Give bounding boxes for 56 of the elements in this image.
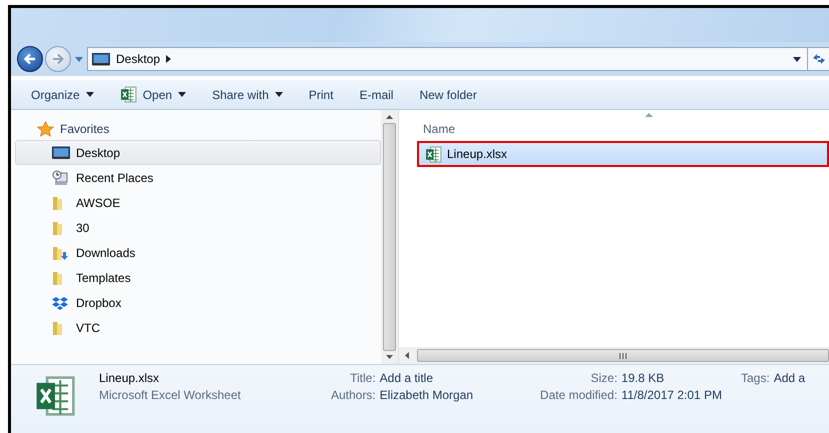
- toolbar-button[interactable]: E-mail: [349, 84, 408, 104]
- sort-arrow-icon: [645, 113, 653, 117]
- file-row[interactable]: Lineup.xlsx: [417, 141, 829, 167]
- file-type: Microsoft Excel Worksheet: [99, 388, 242, 402]
- refresh-icon: [812, 53, 826, 65]
- property-label: Tags:: [741, 371, 770, 385]
- address-bar[interactable]: Desktop: [87, 47, 829, 71]
- navigation-item[interactable]: Recent Places: [15, 165, 381, 190]
- recent-places-icon: [52, 170, 68, 186]
- toolbar-button[interactable]: Share with: [202, 84, 297, 104]
- property-value[interactable]: Add a title: [380, 371, 521, 385]
- dropbox-icon: [52, 296, 68, 310]
- star-icon: [37, 121, 54, 137]
- property-value[interactable]: Elizabeth Morgan: [380, 388, 521, 402]
- chevron-icon[interactable]: [166, 55, 172, 63]
- scroll-left-icon[interactable]: [405, 352, 409, 359]
- back-button[interactable]: [17, 46, 43, 72]
- monitor-icon: [92, 52, 110, 66]
- property-value[interactable]: 11/8/2017 2:01 PM: [621, 388, 741, 402]
- property-label: Title:: [349, 371, 376, 385]
- toolbar-button[interactable]: Open: [110, 83, 200, 106]
- monitor-icon: [52, 146, 70, 160]
- caret-icon: [86, 92, 94, 97]
- property-label: Size:: [590, 371, 618, 385]
- scroll-down-icon[interactable]: [386, 355, 393, 359]
- grip-icon: [619, 352, 627, 358]
- property-value[interactable]: Add a: [774, 371, 806, 385]
- toolbar-button[interactable]: New folder: [409, 84, 491, 104]
- file-name: Lineup.xlsx: [447, 147, 508, 161]
- property-value[interactable]: 19.8 KB: [621, 371, 741, 385]
- navigation-item[interactable]: Downloads: [15, 240, 381, 265]
- navigation-item[interactable]: VTC: [15, 315, 381, 340]
- navigation-item[interactable]: 30: [15, 215, 381, 240]
- spreadsheet-icon: [120, 86, 137, 103]
- toolbar-button[interactable]: Print: [298, 84, 348, 104]
- vertical-scrollbar[interactable]: [381, 110, 398, 364]
- horizontal-scrollbar[interactable]: [399, 347, 829, 364]
- caret-icon: [274, 92, 283, 97]
- navigation-item[interactable]: Templates: [15, 265, 381, 290]
- column-header[interactable]: Name: [423, 122, 456, 138]
- favorites-header[interactable]: Favorites: [60, 122, 110, 136]
- address-text: Desktop: [116, 52, 160, 66]
- scroll-up-icon[interactable]: [386, 115, 393, 119]
- back-arrow-icon: [23, 52, 37, 66]
- file-name: Lineup.xlsx: [99, 371, 160, 385]
- caret-icon: [178, 92, 186, 97]
- navigation-item[interactable]: Dropbox: [15, 290, 381, 315]
- navigation-item[interactable]: Desktop: [15, 140, 381, 165]
- navigation-item[interactable]: AWSOE: [15, 190, 381, 215]
- spreadsheet-icon: [425, 146, 442, 162]
- download-folder-icon: [52, 244, 68, 260]
- property-label: Date modified:: [539, 388, 618, 402]
- forward-arrow-icon: [51, 52, 65, 66]
- toolbar-button[interactable]: Organize: [21, 84, 108, 104]
- caret-icon[interactable]: [793, 56, 801, 62]
- property-label: Authors:: [330, 388, 376, 402]
